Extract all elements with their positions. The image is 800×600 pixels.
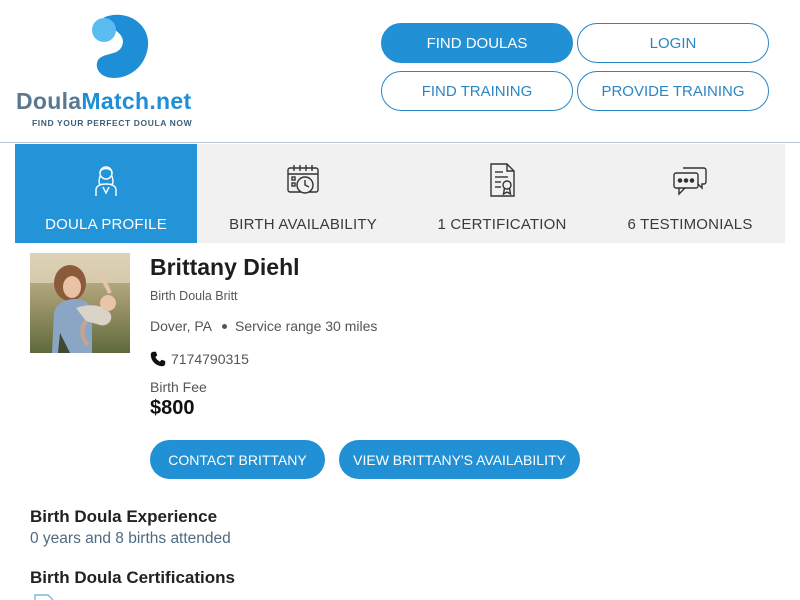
tab-label: BIRTH AVAILABILITY — [229, 216, 377, 233]
certificate-icon — [34, 594, 54, 600]
find-doulas-button[interactable]: FIND DOULAS — [381, 23, 573, 63]
tab-label: 1 CERTIFICATION — [437, 216, 567, 233]
phone-icon — [150, 351, 166, 367]
tab-certification[interactable]: 1 CERTIFICATION — [409, 144, 595, 243]
logo-tagline: FIND YOUR PERFECT DOULA NOW — [32, 118, 193, 128]
logo-wordmark: DoulaMatch.net — [16, 88, 192, 114]
contact-button[interactable]: CONTACT BRITTANY — [150, 440, 325, 479]
certificate-document-icon — [490, 163, 515, 197]
tab-testimonials[interactable]: 6 TESTIMONIALS — [595, 144, 785, 243]
doula-person-icon — [95, 166, 117, 196]
calendar-clock-icon — [287, 165, 319, 194]
provide-training-button[interactable]: PROVIDE TRAINING — [577, 71, 769, 111]
phone-number[interactable]: 7174790315 — [171, 351, 249, 367]
site-logo[interactable]: DoulaMatch.net FIND YOUR PERFECT DOULA N… — [16, 12, 226, 132]
location-text: Dover, PA — [150, 318, 212, 334]
logo-mark-icon — [92, 14, 149, 78]
fee-amount: $800 — [150, 397, 195, 419]
find-training-button[interactable]: FIND TRAINING — [381, 71, 573, 111]
doula-subtitle: Birth Doula Britt — [150, 289, 238, 303]
service-range-text: Service range 30 miles — [235, 318, 378, 334]
tab-doula-profile[interactable]: DOULA PROFILE — [15, 144, 197, 243]
phone-line[interactable]: 7174790315 — [150, 351, 249, 367]
fee-label: Birth Fee — [150, 379, 207, 395]
tab-label: 6 TESTIMONIALS — [627, 216, 753, 233]
site-header: DoulaMatch.net FIND YOUR PERFECT DOULA N… — [0, 0, 800, 143]
profile-tabs: DOULA PROFILE BIRTH AVAILABILITY 1 CERTI… — [15, 144, 785, 243]
certifications-heading: Birth Doula Certifications — [30, 568, 235, 587]
view-availability-button[interactable]: VIEW BRITTANY'S AVAILABILITY — [339, 440, 580, 479]
doula-name: Brittany Diehl — [150, 254, 300, 280]
tab-birth-availability[interactable]: BIRTH AVAILABILITY — [197, 144, 409, 243]
chat-bubbles-icon — [673, 167, 707, 196]
login-button[interactable]: LOGIN — [577, 23, 769, 63]
experience-heading: Birth Doula Experience — [30, 507, 218, 526]
separator-dot — [222, 323, 227, 329]
tab-label: DOULA PROFILE — [45, 216, 167, 233]
experience-text: 0 years and 8 births attended — [30, 530, 231, 547]
profile-photo — [30, 253, 130, 353]
location-line: Dover, PA Service range 30 miles — [150, 318, 377, 334]
